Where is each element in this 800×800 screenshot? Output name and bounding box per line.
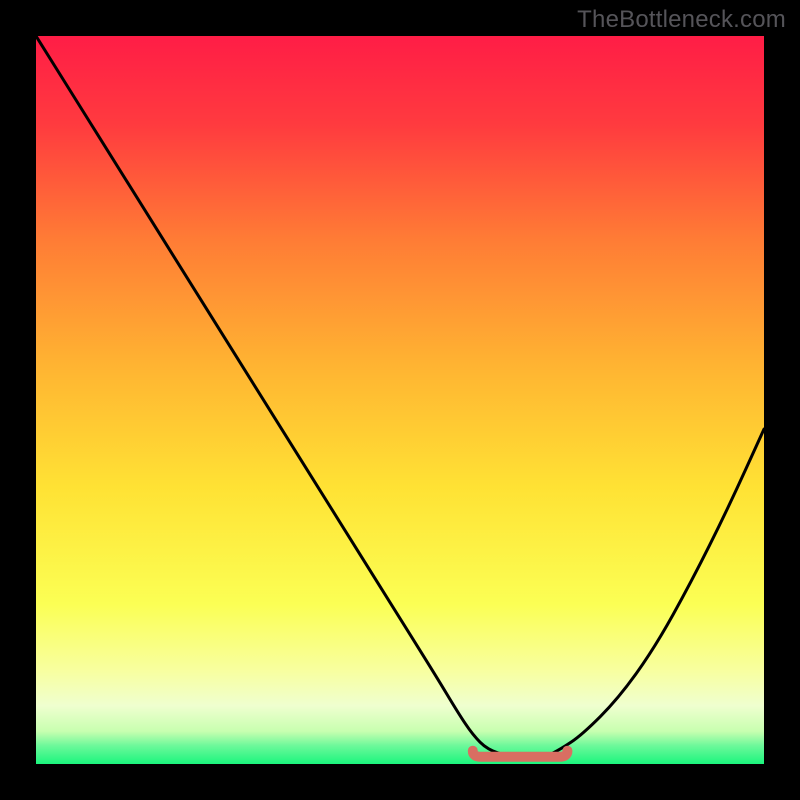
watermark-text: TheBottleneck.com: [577, 6, 786, 34]
chart-frame: TheBottleneck.com: [0, 0, 800, 800]
chart-plot-area: [36, 36, 764, 764]
gradient-background: [36, 36, 764, 764]
chart-svg: [36, 36, 764, 764]
